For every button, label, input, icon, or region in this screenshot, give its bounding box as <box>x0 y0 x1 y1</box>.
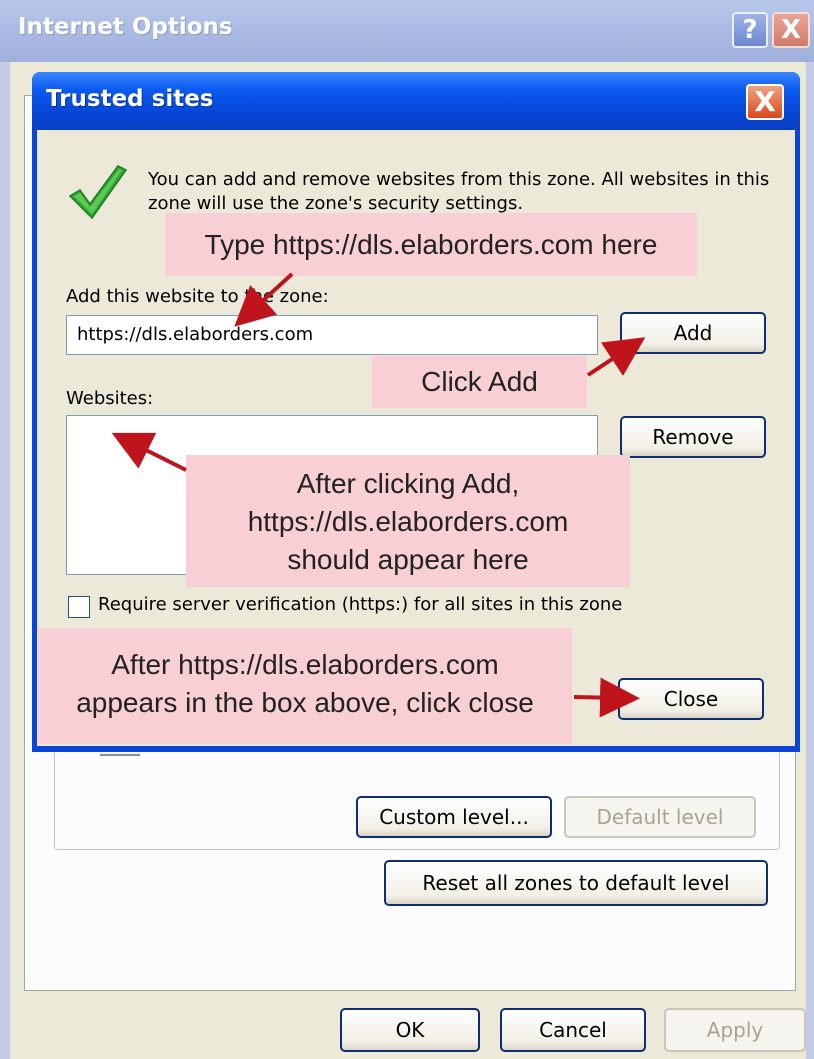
callout-after-add-line-1: After clicking Add, <box>296 468 520 499</box>
require-verification-label: Require server verification (https:) for… <box>98 594 623 615</box>
default-level-button: Default level <box>564 796 756 838</box>
green-checkmark-icon <box>68 165 128 220</box>
website-input[interactable]: https://dls.elaborders.com <box>66 315 598 355</box>
outer-window-right-edge <box>806 62 814 1059</box>
outer-window-left-edge <box>0 62 10 1059</box>
cancel-button[interactable]: Cancel <box>500 1008 646 1052</box>
outer-window-title: Internet Options <box>18 14 233 40</box>
callout-type-url: Type https://dls.elaborders.com here <box>165 213 697 276</box>
ok-button[interactable]: OK <box>340 1008 480 1052</box>
dialog-title: Trusted sites <box>46 86 214 112</box>
callout-after-add: After clicking Add, https://dls.elaborde… <box>186 455 630 587</box>
callout-click-add: Click Add <box>372 356 587 408</box>
callout-after-add-line-2: https://dls.elaborders.com <box>247 506 569 537</box>
dialog-close-x-button[interactable]: X <box>746 84 784 120</box>
dialog-titlebar: Trusted sites X <box>32 72 800 130</box>
websites-label: Websites: <box>66 388 154 409</box>
remove-button[interactable]: Remove <box>620 416 766 458</box>
callout-click-close-line-2: appears in the box above, click close <box>76 687 534 718</box>
add-website-label: Add this website to the zone: <box>66 286 329 307</box>
zone-info-text: You can add and remove websites from thi… <box>148 169 770 214</box>
close-icon: X <box>754 85 776 118</box>
callout-after-add-line-3: should appear here <box>287 544 529 575</box>
callout-click-close-line-1: After https://dls.elaborders.com <box>111 649 499 680</box>
apply-button: Apply <box>664 1008 806 1052</box>
require-verification-checkbox[interactable] <box>68 596 90 618</box>
add-button[interactable]: Add <box>620 312 766 354</box>
close-button[interactable]: Close <box>618 678 764 720</box>
outer-titlebar: Internet Options ? X <box>0 0 814 62</box>
outer-close-button[interactable]: X <box>772 12 810 48</box>
callout-click-close: After https://dls.elaborders.com appears… <box>38 628 572 744</box>
help-button[interactable]: ? <box>732 12 768 48</box>
custom-level-button[interactable]: Custom level... <box>356 796 552 838</box>
reset-all-zones-button[interactable]: Reset all zones to default level <box>384 860 768 906</box>
